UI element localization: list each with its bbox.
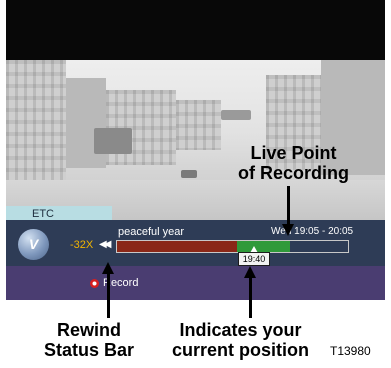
channel-logo-icon: V [18, 229, 49, 260]
program-title: peaceful year [118, 226, 185, 238]
unrecorded-bar-area [290, 241, 348, 252]
figure-code: T13980 [330, 344, 371, 358]
callout-live-line2: of Recording [238, 163, 349, 183]
current-position-arrow-shaft [249, 278, 252, 318]
venice-canal-image [6, 60, 385, 220]
live-point-arrow-shaft [287, 186, 290, 224]
current-time-box: 19:40 [238, 252, 270, 266]
callout-rewind-line1: Rewind [57, 320, 122, 340]
playback-speed: -32X [70, 239, 94, 251]
recorded-bar-fill [237, 241, 290, 252]
action-band [6, 266, 385, 300]
callout-live-line1: Live Point [250, 143, 337, 163]
rewind-bar-fill [117, 241, 237, 252]
callout-current-line2: current position [172, 340, 310, 360]
rewind-status-bar [116, 240, 349, 253]
callout-current-line1: Indicates your [179, 320, 302, 340]
figure: ETC V -32X ◀◀ peaceful year Wed 19:05 - … [0, 0, 391, 368]
callout-rewind: Rewind Status Bar [44, 320, 134, 360]
current-position-arrow-head-icon [244, 266, 256, 278]
live-point-arrow-head-icon [282, 224, 294, 236]
rewind-arrow-head-icon [102, 262, 114, 274]
callout-rewind-line2: Status Bar [44, 340, 135, 360]
letterbox-band [6, 0, 385, 60]
callout-live-point: Live Point of Recording [238, 143, 349, 183]
rewind-arrow-shaft [107, 274, 110, 318]
record-icon [90, 279, 99, 288]
rewind-icon: ◀◀ [99, 239, 112, 250]
callout-current-position: Indicates your current position [172, 320, 309, 360]
